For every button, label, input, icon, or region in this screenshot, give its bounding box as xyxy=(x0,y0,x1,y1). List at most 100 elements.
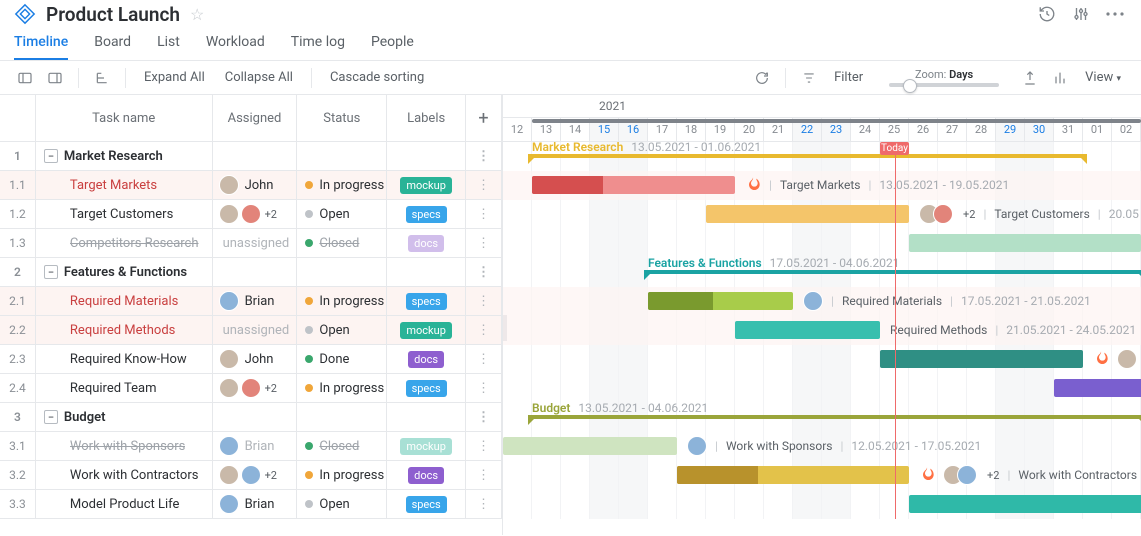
task-row[interactable]: 1.1Target MarketsJohnIn progressmockup⋮ xyxy=(0,171,502,200)
column-header-labels[interactable]: Labels xyxy=(387,95,466,141)
row-more-icon[interactable]: ⋮ xyxy=(466,345,502,373)
label-badge[interactable]: specs xyxy=(406,380,447,397)
tab-time-log[interactable]: Time log xyxy=(291,34,345,60)
row-more-icon[interactable]: ⋮ xyxy=(466,461,502,489)
gantt-bar[interactable]: Co xyxy=(909,234,1141,252)
assignee-name: John xyxy=(245,178,274,193)
status-text: Closed xyxy=(319,439,359,454)
panel-left-icon[interactable] xyxy=(14,67,36,89)
column-header-task[interactable]: Task name xyxy=(36,95,213,141)
label-badge[interactable]: mockup xyxy=(400,177,452,194)
gantt-bar[interactable]: |Target Markets|13.05.2021 - 19.05.2021 xyxy=(532,176,735,194)
avatar xyxy=(219,175,239,195)
filter-button[interactable]: Filter xyxy=(828,70,869,85)
tab-board[interactable]: Board xyxy=(94,34,131,60)
view-dropdown[interactable]: View ▾ xyxy=(1079,70,1127,85)
settings-sliders-icon[interactable] xyxy=(1069,2,1093,26)
gantt-bar[interactable]: +2|Work with Contractors 1 xyxy=(677,466,909,484)
group-row[interactable]: 1−Market Research ⋮ xyxy=(0,142,502,171)
row-more-icon[interactable]: ⋮ xyxy=(466,432,502,460)
summary-bar[interactable]: Budget13.05.2021 - 04.06.2021 xyxy=(532,415,1141,419)
task-row[interactable]: 2.4Required Team+2In progressspecs⋮ xyxy=(0,374,502,403)
label-badge[interactable]: specs xyxy=(406,206,447,223)
status-text: Open xyxy=(319,207,349,222)
cascade-sorting-button[interactable]: Cascade sorting xyxy=(324,70,430,85)
tab-timeline[interactable]: Timeline xyxy=(14,34,68,60)
label-badge[interactable]: mockup xyxy=(400,322,452,339)
more-menu-icon[interactable] xyxy=(1103,2,1127,26)
zoom-control[interactable]: Zoom: Days xyxy=(889,68,999,87)
assignee-more[interactable]: +2 xyxy=(987,469,999,482)
row-more-icon[interactable]: ⋮ xyxy=(466,287,502,315)
tab-workload[interactable]: Workload xyxy=(206,34,265,60)
task-row[interactable]: 3.2Work with Contractors+2In progressdoc… xyxy=(0,461,502,490)
group-row[interactable]: 2−Features & Functions⋮ xyxy=(0,258,502,287)
group-row[interactable]: 3−Budget⋮ xyxy=(0,403,502,432)
panel-right-icon[interactable] xyxy=(44,67,66,89)
assignee-more[interactable]: +2 xyxy=(265,208,277,221)
row-index: 3.2 xyxy=(0,461,36,489)
assignee-more[interactable]: +2 xyxy=(265,382,277,395)
zoom-slider[interactable] xyxy=(889,83,999,87)
task-row[interactable]: 1.2Target Customers+2Openspecs⋮ xyxy=(0,200,502,229)
filter-icon[interactable] xyxy=(798,67,820,89)
add-column-button[interactable]: + xyxy=(466,95,502,141)
row-more-icon[interactable]: ⋮ xyxy=(466,374,502,402)
status-dot xyxy=(305,297,313,305)
tab-people[interactable]: People xyxy=(371,34,414,60)
row-index: 1 xyxy=(0,142,36,170)
task-row[interactable]: 1.3Competitors ResearchunassignedClosedd… xyxy=(0,229,502,258)
row-more-icon[interactable]: ⋮ xyxy=(466,171,502,199)
refresh-icon[interactable] xyxy=(751,67,773,89)
row-more-icon[interactable]: ⋮ xyxy=(466,258,502,286)
expand-all-button[interactable]: Expand All xyxy=(138,70,211,85)
gantt-bar[interactable]: | xyxy=(880,350,1083,368)
summary-name: Market Research xyxy=(532,140,623,154)
history-icon[interactable] xyxy=(1035,2,1059,26)
collapse-toggle[interactable]: − xyxy=(44,265,58,279)
gantt-bar[interactable]: Model Product Life xyxy=(909,495,1141,513)
assignee-more[interactable]: +2 xyxy=(963,208,975,221)
task-row[interactable]: 2.2Required MethodsunassignedOpenmockup⋮ xyxy=(0,316,502,345)
label-badge[interactable]: specs xyxy=(406,496,447,513)
assignee-more[interactable]: +2 xyxy=(265,469,277,482)
gantt-bar[interactable]: |Required Materials|17.05.2021 - 21.05.2… xyxy=(648,292,793,310)
column-header-status[interactable]: Status xyxy=(297,95,387,141)
row-index: 2 xyxy=(0,258,36,286)
row-more-icon[interactable]: ⋮ xyxy=(466,200,502,228)
row-more-icon[interactable]: ⋮ xyxy=(466,403,502,431)
task-row[interactable]: 2.3Required Know-HowJohnDonedocs⋮ xyxy=(0,345,502,374)
column-header-assigned[interactable]: Assigned xyxy=(213,95,298,141)
row-index: 3 xyxy=(0,403,36,431)
collapse-all-button[interactable]: Collapse All xyxy=(219,70,299,85)
row-more-icon[interactable]: ⋮ xyxy=(466,142,502,170)
columns-icon[interactable] xyxy=(1049,67,1071,89)
favorite-star-icon[interactable]: ☆ xyxy=(190,5,204,24)
collapse-toggle[interactable]: − xyxy=(44,410,58,424)
status-dot xyxy=(305,355,313,363)
row-more-icon[interactable]: ⋮ xyxy=(466,490,502,518)
label-badge[interactable]: docs xyxy=(408,467,444,484)
gantt-bar[interactable]: +2|Target Customers|20.05 xyxy=(706,205,909,223)
timeline-day[interactable]: 12 xyxy=(503,118,532,141)
avatar xyxy=(241,465,261,485)
summary-bar[interactable]: Market Research13.05.2021 - 01.06.2021 xyxy=(532,154,1083,158)
task-name: Market Research xyxy=(64,149,163,164)
label-badge[interactable]: docs xyxy=(408,235,444,252)
label-badge[interactable]: mockup xyxy=(400,438,452,455)
label-badge[interactable]: docs xyxy=(408,351,444,368)
task-row[interactable]: 3.1Work with SponsorsBrianClosedmockup⋮ xyxy=(0,432,502,461)
row-more-icon[interactable]: ⋮ xyxy=(466,229,502,257)
hierarchy-icon[interactable] xyxy=(91,67,113,89)
gantt-bar[interactable]: Required Team xyxy=(1054,379,1141,397)
collapse-toggle[interactable]: − xyxy=(44,149,58,163)
label-badge[interactable]: specs xyxy=(406,293,447,310)
tab-list[interactable]: List xyxy=(157,34,180,60)
task-name: Model Product Life xyxy=(70,497,179,512)
task-row[interactable]: 2.1Required MaterialsBrianIn progressspe… xyxy=(0,287,502,316)
task-row[interactable]: 3.3Model Product LifeBrianOpenspecs⋮ xyxy=(0,490,502,519)
gantt-bar[interactable]: Required Methods|21.05.2021 - 24.05.2021 xyxy=(735,321,880,339)
row-more-icon[interactable]: ⋮ xyxy=(466,316,502,344)
gantt-bar[interactable]: |Work with Sponsors|12.05.2021 - 17.05.2… xyxy=(503,437,677,455)
export-icon[interactable] xyxy=(1019,67,1041,89)
